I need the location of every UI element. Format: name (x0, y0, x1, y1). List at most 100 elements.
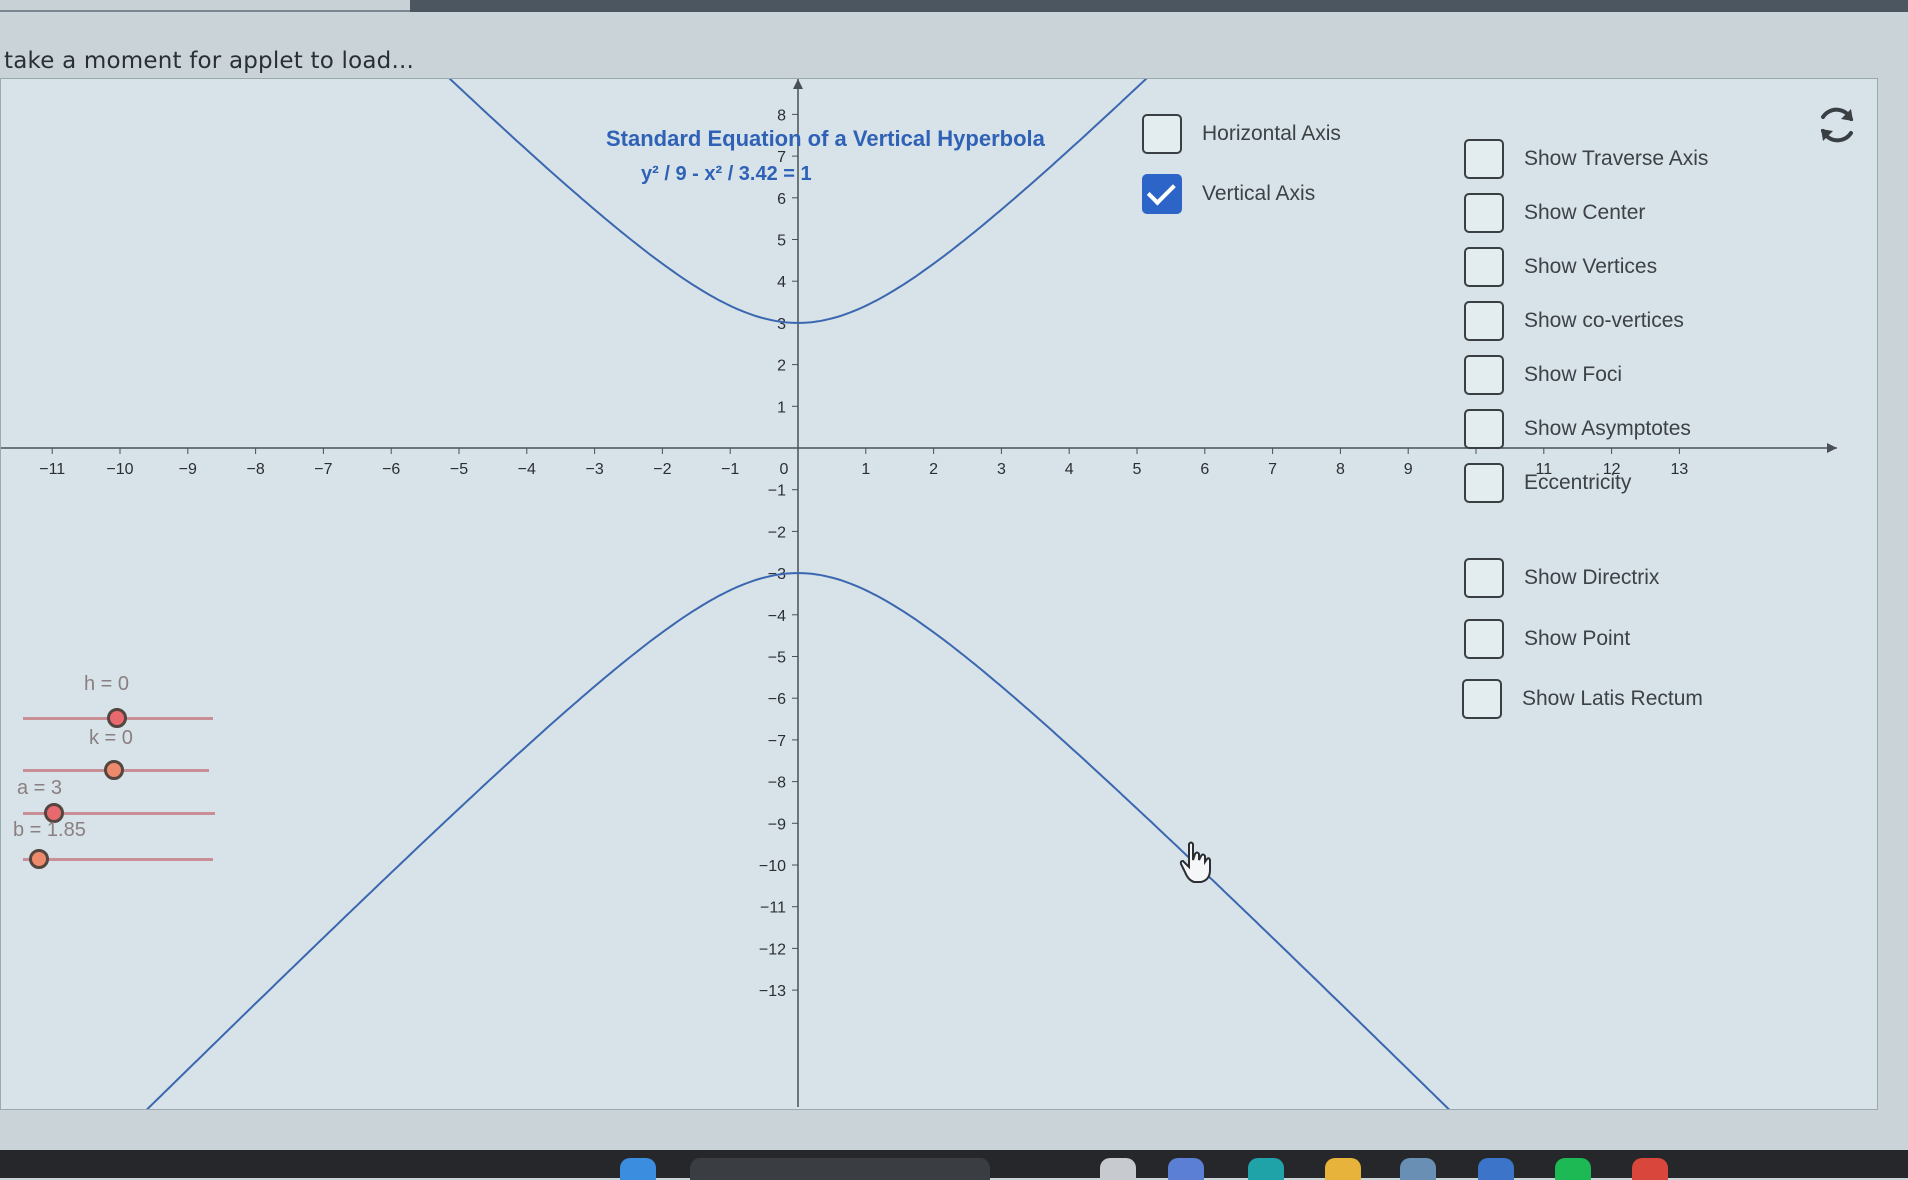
chrome-icon[interactable] (1632, 1158, 1668, 1180)
x-tick-label: −10 (106, 461, 133, 478)
show-traverse-axis-checkbox[interactable]: Show Traverse Axis (1464, 139, 1708, 179)
y-tick-label: −5 (768, 650, 786, 667)
checkbox-box[interactable] (1464, 355, 1504, 395)
y-tick-label: −9 (768, 816, 786, 833)
checkbox-label: Horizontal Axis (1202, 122, 1341, 145)
spotify-icon[interactable] (1555, 1158, 1591, 1180)
checkbox-label: Show Latis Rectum (1522, 687, 1703, 710)
x-tick-label: −8 (246, 461, 264, 478)
x-tick-label: −6 (382, 461, 400, 478)
show-point-checkbox[interactable]: Show Point (1464, 619, 1630, 659)
show-latis-rectum-checkbox[interactable]: Show Latis Rectum (1462, 679, 1703, 719)
slider-b-label: b = 1.85 (13, 819, 86, 841)
folder-icon[interactable] (1325, 1158, 1361, 1180)
y-tick-label: −1 (768, 483, 786, 500)
checkbox-label: Show Point (1524, 627, 1631, 650)
taskbar-app-icon[interactable] (1168, 1158, 1204, 1180)
x-axis-arrow (1827, 443, 1837, 453)
browser-top-bar (0, 0, 1908, 12)
show-vertices-checkbox[interactable]: Show Vertices (1464, 247, 1657, 287)
x-tick-label: −4 (518, 461, 536, 478)
slider-b-track[interactable] (23, 858, 213, 861)
graph-title: Standard Equation of a Vertical Hyperbol… (606, 126, 1045, 151)
taskbar-app-icon[interactable] (1100, 1158, 1136, 1180)
checkbox-label: Vertical Axis (1202, 182, 1316, 205)
y-tick-label: −12 (759, 941, 786, 958)
show-directrix-checkbox[interactable]: Show Directrix (1464, 558, 1659, 598)
start-icon[interactable] (620, 1158, 656, 1180)
y-tick-label: 4 (777, 274, 786, 291)
checkbox-box[interactable] (1464, 193, 1504, 233)
refresh-icon[interactable] (1813, 101, 1861, 149)
x-tick-label: 7 (1268, 461, 1277, 478)
y-tick-label: 6 (777, 191, 786, 208)
y-tick-label: 3 (777, 316, 786, 333)
checkbox-box[interactable] (1142, 174, 1182, 214)
y-tick-label: −2 (768, 524, 786, 541)
checkbox-box[interactable] (1464, 619, 1504, 659)
slider-b-thumb[interactable] (29, 849, 49, 869)
y-tick-label: 8 (777, 107, 786, 124)
x-tick-label: 0 (780, 461, 789, 478)
checkbox-label: Show Directrix (1524, 566, 1660, 589)
checkbox-label: Show Center (1524, 201, 1646, 224)
checkbox-label: Show Traverse Axis (1524, 147, 1709, 170)
y-tick-label: −10 (759, 858, 786, 875)
checkbox-box[interactable] (1464, 301, 1504, 341)
x-tick-label: 13 (1671, 461, 1689, 478)
slider-h-thumb[interactable] (107, 708, 127, 728)
show-asymptotes-checkbox[interactable]: Show Asymptotes (1464, 409, 1691, 449)
y-tick-label: 5 (777, 233, 786, 250)
eccentricity-checkbox[interactable]: Eccentricity (1464, 463, 1631, 503)
checkbox-label: Show Asymptotes (1524, 417, 1691, 440)
y-tick-label: −8 (768, 775, 786, 792)
slider-h-label: h = 0 (84, 673, 130, 695)
y-tick-label: 2 (777, 358, 786, 375)
x-tick-label: −9 (179, 461, 197, 478)
slider-k-thumb[interactable] (104, 760, 124, 780)
y-tick-label: 1 (777, 399, 786, 416)
y-axis-arrow (793, 79, 803, 89)
hand-cursor-icon (1179, 841, 1211, 883)
x-tick-label: 1 (861, 461, 870, 478)
x-tick-label: 3 (997, 461, 1006, 478)
checkbox-box[interactable] (1464, 139, 1504, 179)
os-taskbar (0, 1150, 1908, 1180)
hyperbola-equation: y² / 9 - x² / 3.42 = 1 (641, 163, 812, 185)
checkbox-label: Show co-vertices (1524, 309, 1684, 332)
x-tick-label: −1 (721, 461, 739, 478)
x-tick-label: 2 (929, 461, 938, 478)
y-tick-label: −13 (759, 983, 786, 1000)
show-foci-checkbox[interactable]: Show Foci (1464, 355, 1622, 395)
loading-message: take a moment for applet to load... (4, 48, 415, 74)
x-tick-label: 8 (1336, 461, 1345, 478)
checkbox-box[interactable] (1464, 247, 1504, 287)
slider-a-label: a = 3 (17, 777, 63, 799)
x-tick-label: −5 (450, 461, 468, 478)
checkbox-box[interactable] (1462, 679, 1502, 719)
checkbox-box[interactable] (1464, 558, 1504, 598)
y-tick-label: 9 (777, 79, 786, 83)
show-center-checkbox[interactable]: Show Center (1464, 193, 1645, 233)
horizontal-axis-checkbox[interactable]: Horizontal Axis (1142, 114, 1341, 154)
slider-k-label: k = 0 (89, 727, 133, 749)
x-tick-label: 4 (1065, 461, 1074, 478)
taskbar-search-icon[interactable] (690, 1158, 990, 1180)
checkbox-label: Eccentricity (1524, 471, 1632, 494)
show-co-vertices-checkbox[interactable]: Show co-vertices (1464, 301, 1684, 341)
geogebra-applet[interactable]: −11−10−9−8−7−6−5−4−3−2−10123456789101112… (0, 78, 1878, 1110)
x-tick-label: 5 (1133, 461, 1142, 478)
y-tick-label: −6 (768, 691, 786, 708)
x-tick-label: −2 (653, 461, 671, 478)
browser-icon[interactable] (1478, 1158, 1514, 1180)
checkbox-box[interactable] (1464, 409, 1504, 449)
browser-tab[interactable] (0, 0, 410, 12)
edge-icon[interactable] (1248, 1158, 1284, 1180)
checkbox-box[interactable] (1142, 114, 1182, 154)
x-tick-label: −3 (585, 461, 603, 478)
checkbox-box[interactable] (1464, 463, 1504, 503)
store-icon[interactable] (1400, 1158, 1436, 1180)
y-tick-label: −7 (768, 733, 786, 750)
x-tick-label: −7 (314, 461, 332, 478)
vertical-axis-checkbox[interactable]: Vertical Axis (1142, 174, 1315, 214)
